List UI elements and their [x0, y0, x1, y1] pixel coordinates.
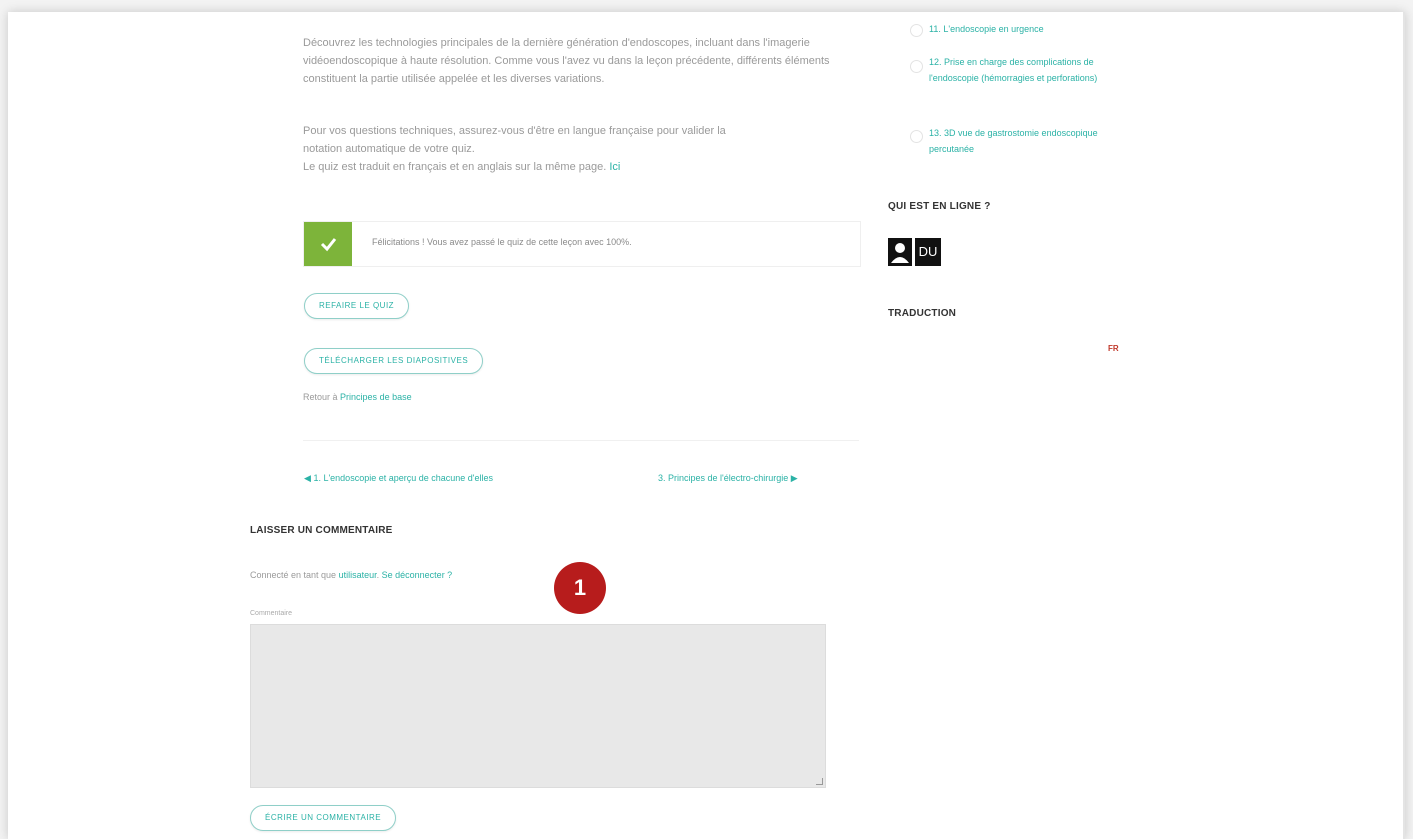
quiz-success-box: Félicitations ! Vous avez passé le quiz … — [303, 221, 861, 267]
resize-handle-icon[interactable] — [816, 778, 823, 785]
lesson-status-circle-icon — [910, 60, 923, 73]
note-line-2: notation automatique de votre quiz. — [303, 143, 475, 155]
page-container: Découvrez les technologies principales d… — [8, 12, 1405, 839]
back-link-line: Retour à Principes de base — [303, 392, 412, 402]
lesson-status-circle-icon — [910, 130, 923, 143]
note-link[interactable]: Ici — [609, 161, 620, 173]
back-prefix: Retour à — [303, 392, 338, 402]
comment-textarea[interactable] — [250, 624, 826, 788]
logout-link[interactable]: Se déconnecter ? — [382, 570, 453, 580]
success-message: Félicitations ! Vous avez passé le quiz … — [372, 237, 632, 247]
login-user[interactable]: utilisateur — [339, 570, 377, 580]
submit-comment-button[interactable]: Écrire un commentaire — [250, 805, 397, 831]
arrow-right-icon: ▶ — [790, 473, 798, 483]
note-line-3: Le quiz est traduit en français et en an… — [303, 158, 863, 176]
lesson-note: Pour vos questions techniques, assurez-v… — [303, 122, 863, 176]
sidebar-lesson-11[interactable]: 11. L'endoscopie en urgence — [929, 21, 1099, 37]
prev-lesson-link[interactable]: ◀ 1. L'endoscopie et aperçu de chacune d… — [304, 473, 493, 484]
lesson-status-circle-icon — [910, 24, 923, 37]
online-title: Qui est en ligne ? — [888, 201, 991, 212]
translation-title: Traduction — [888, 308, 957, 319]
comment-label: Commentaire — [250, 610, 293, 617]
sidebar-lesson-12[interactable]: 12. Prise en charge des complications de… — [929, 54, 1099, 86]
login-prefix: Connecté en tant que — [250, 570, 337, 580]
arrow-left-icon: ◀ — [304, 473, 311, 483]
language-flag-link[interactable]: FR — [1108, 344, 1119, 353]
user-avatar-initials[interactable]: DU — [915, 238, 941, 266]
comments-heading: Laisser un commentaire — [250, 525, 393, 536]
note-line-3-text: Le quiz est traduit en français et en an… — [303, 161, 607, 173]
logged-in-line: Connecté en tant que utilisateur. Se déc… — [250, 570, 453, 580]
scrollbar[interactable] — [1403, 12, 1405, 839]
sidebar-lesson-list: 11. L'endoscopie en urgence 12. Prise en… — [892, 12, 1142, 172]
prev-lesson-label: 1. L'endoscopie et aperçu de chacune d'e… — [313, 473, 494, 483]
back-link[interactable]: Principes de base — [340, 392, 412, 402]
nav-divider — [303, 440, 859, 441]
next-lesson-link[interactable]: 3. Principes de l'électro-chirurgie ▶ — [658, 473, 798, 484]
user-avatar-icon[interactable] — [888, 238, 912, 266]
step-marker-badge: 1 — [554, 562, 606, 614]
note-line-1: Pour vos questions techniques, assurez-v… — [303, 125, 726, 137]
retake-quiz-button[interactable]: Refaire le quiz — [304, 293, 410, 319]
sidebar-lesson-13[interactable]: 13. 3D vue de gastrostomie endoscopique … — [929, 125, 1099, 157]
download-slides-button[interactable]: Télécharger les diapositives — [304, 348, 484, 374]
lesson-paragraph: Découvrez les technologies principales d… — [303, 37, 830, 85]
next-lesson-label: 3. Principes de l'électro-chirurgie — [658, 473, 789, 483]
check-icon — [304, 222, 352, 266]
